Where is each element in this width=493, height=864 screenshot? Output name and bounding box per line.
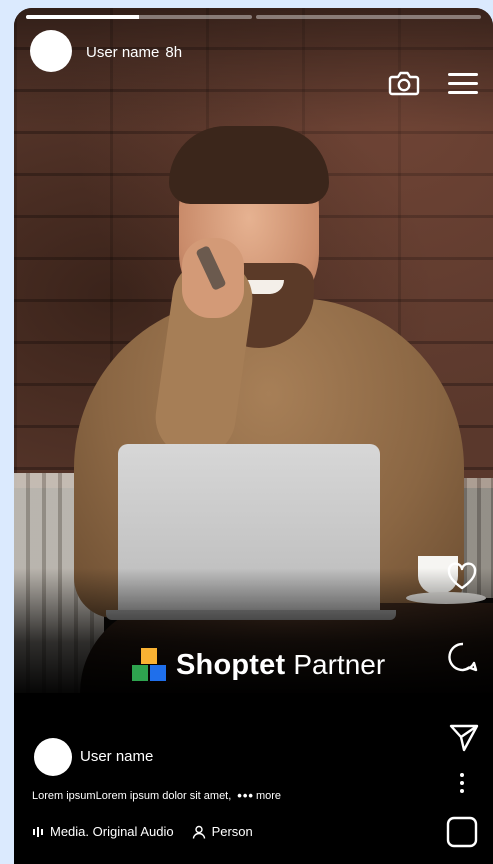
post-time: 8h	[165, 44, 183, 61]
heart-icon[interactable]	[446, 561, 478, 593]
more-link[interactable]: more	[256, 790, 281, 802]
shoptet-logo-icon	[132, 648, 166, 682]
audio-info[interactable]: Media. Original Audio	[32, 824, 174, 839]
story-header-user[interactable]: User name 8h	[86, 44, 182, 61]
person-hair	[169, 126, 329, 204]
bottom-gradient	[14, 568, 493, 864]
avatar[interactable]	[30, 30, 72, 72]
post-meta: Media. Original Audio Person	[32, 824, 253, 839]
shoptet-partner-logo: Shoptet Partner	[132, 642, 385, 688]
caption-text: Lorem ipsumLorem ipsum dolor sit amet,	[32, 789, 232, 802]
person-icon	[192, 825, 205, 839]
more-icon[interactable]	[455, 772, 469, 794]
audio-icon	[33, 826, 43, 837]
brand-suffix: Partner	[293, 649, 386, 680]
story-progress	[26, 15, 481, 19]
story-background-photo	[14, 8, 493, 864]
person-label: Person	[211, 824, 253, 839]
ellipsis: •••	[237, 788, 254, 803]
progress-segment	[255, 15, 481, 19]
square-icon[interactable]	[446, 816, 478, 848]
audio-label: Media. Original Audio	[50, 824, 174, 839]
progress-segment	[26, 15, 252, 19]
brand-name: Shoptet	[176, 648, 286, 681]
camera-icon[interactable]	[388, 68, 420, 98]
top-gradient	[14, 8, 493, 128]
person-tag[interactable]: Person	[192, 824, 253, 839]
story-viewer: User name 8h Shoptet Partner User name L…	[14, 8, 493, 864]
menu-icon[interactable]	[446, 68, 480, 98]
post-caption: Lorem ipsumLorem ipsum dolor sit amet, •…	[32, 788, 281, 803]
comment-icon[interactable]	[447, 641, 479, 673]
post-username[interactable]: User name	[80, 748, 153, 765]
username: User name	[86, 44, 160, 61]
avatar[interactable]	[34, 738, 72, 776]
send-icon[interactable]	[448, 721, 480, 753]
